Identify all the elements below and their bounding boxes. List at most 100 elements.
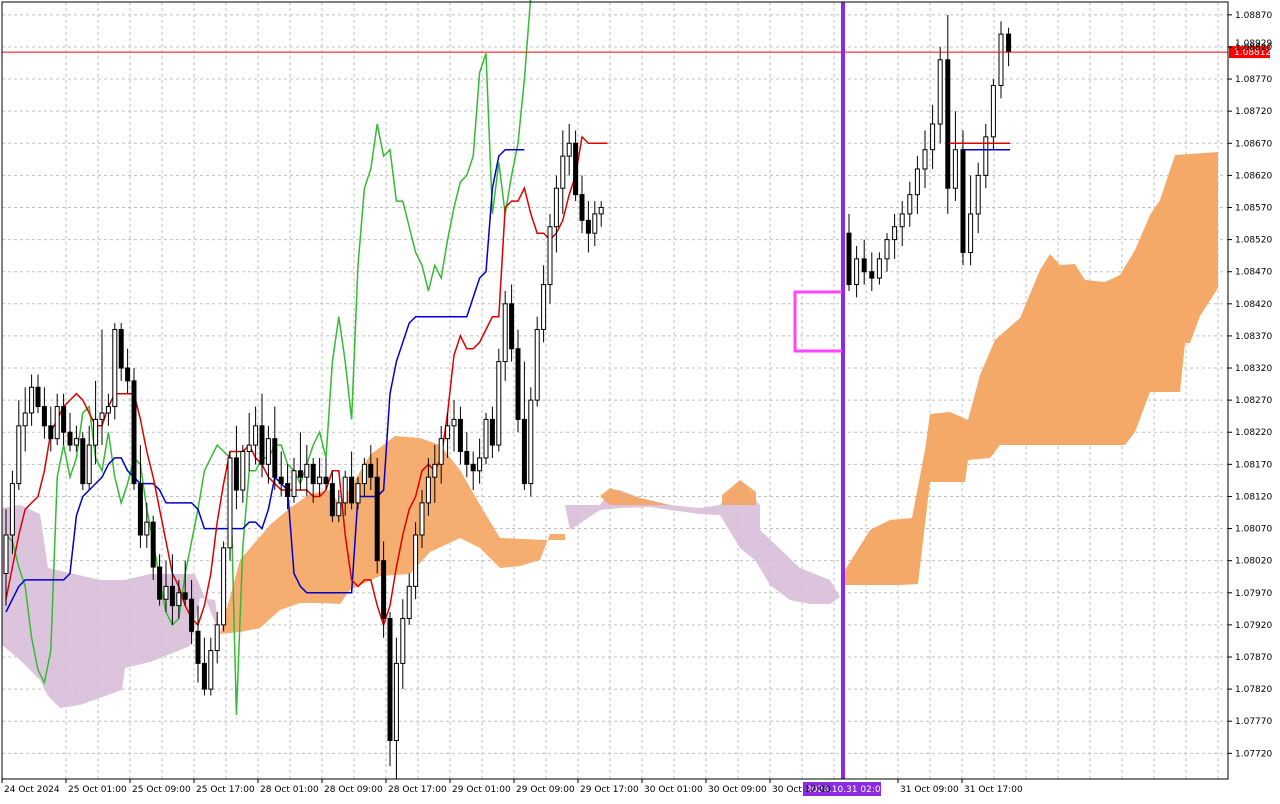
candle-after-body — [892, 226, 898, 241]
candle-body — [387, 617, 393, 741]
ichimoku-chart[interactable]: 1.088121.089292024.10.31 02:00 1.088701.… — [0, 0, 1280, 800]
candle-body — [342, 476, 348, 504]
candle-body — [329, 483, 335, 517]
y-tick-label: 1.08120 — [1235, 492, 1272, 502]
candle-body — [233, 457, 239, 491]
candle-after-body — [952, 149, 958, 189]
candle-body — [16, 425, 22, 485]
x-tick-label: 31 Oct 17:00 — [964, 785, 1023, 795]
candle-body — [112, 328, 118, 408]
y-tick-label: 1.08520 — [1235, 236, 1272, 246]
candle-body — [592, 213, 598, 234]
x-tick-label: 30 Oct 09:00 — [708, 785, 767, 795]
candle-body — [374, 476, 380, 562]
candle-body — [221, 547, 227, 626]
candle-body — [470, 463, 476, 472]
candle-body — [541, 284, 547, 330]
candle-body — [272, 438, 278, 478]
candle-body — [413, 534, 419, 587]
y-tick-label: 1.08570 — [1235, 203, 1272, 213]
candle-after-body — [869, 271, 875, 279]
y-tick-label: 1.07770 — [1235, 717, 1272, 727]
candle-body — [477, 457, 483, 472]
candle-body — [182, 592, 188, 600]
candle-body — [425, 476, 431, 504]
candle-body — [137, 483, 143, 536]
candle-after-body — [876, 258, 882, 279]
candle-body — [80, 438, 86, 485]
candle-body — [297, 470, 303, 478]
candle-after-body — [899, 213, 905, 228]
candle-body — [381, 560, 387, 619]
candle-body — [451, 418, 457, 427]
chart-container[interactable]: 1.08812 1.08929 2024.10.31 02:00 1.08870 1.… — [0, 0, 1280, 800]
candle-body — [285, 483, 291, 497]
y-tick-label: 1.08670 — [1235, 139, 1272, 149]
candle-body — [253, 425, 259, 446]
candle-body — [573, 142, 579, 196]
y-tick-label: 1.08320 — [1235, 364, 1272, 374]
candle-body — [163, 585, 169, 600]
y-tick-label: 1.08820 — [1235, 43, 1272, 53]
candle-body — [317, 476, 323, 485]
candle-body — [41, 406, 47, 427]
candle-body — [336, 502, 342, 517]
x-tick-label: 29 Oct 01:00 — [452, 785, 511, 795]
candle-body — [483, 418, 489, 459]
candle-body — [585, 219, 591, 234]
candle-body — [86, 444, 92, 485]
candle-body — [157, 566, 163, 600]
candle-after-body — [914, 168, 920, 196]
x-tick-label: 25 Oct 17:00 — [196, 785, 255, 795]
candle-body — [144, 521, 150, 536]
candle-body — [528, 399, 534, 485]
candle-body — [105, 406, 111, 414]
candle-body — [432, 463, 438, 478]
candle-body — [125, 367, 131, 382]
y-tick-label: 1.08220 — [1235, 428, 1272, 438]
candle-body — [457, 418, 463, 453]
candle-body — [553, 187, 559, 228]
candle-body — [246, 444, 252, 453]
candle-body — [304, 463, 310, 478]
candle-after-body — [884, 239, 890, 260]
candle-body — [176, 592, 182, 607]
y-tick-label: 1.08270 — [1235, 396, 1272, 406]
candle-body — [73, 438, 79, 446]
candle-body — [489, 418, 495, 446]
candle-body — [61, 406, 67, 433]
candle-after-body — [968, 213, 974, 253]
candle-body — [438, 438, 444, 465]
candle-body — [214, 624, 220, 652]
candle-body — [419, 502, 425, 536]
candle-body — [368, 463, 374, 478]
candle-body — [265, 438, 271, 465]
candle-after-body — [854, 258, 860, 286]
y-tick-label: 1.07920 — [1235, 621, 1272, 631]
candle-after-body — [998, 33, 1004, 86]
candle-body — [9, 483, 15, 536]
x-tick-label: 25 Oct 01:00 — [68, 785, 127, 795]
candle-body — [29, 386, 35, 414]
candle-body — [534, 328, 540, 401]
candle-body — [400, 617, 406, 664]
candle-body — [560, 155, 566, 189]
candle-body — [99, 412, 105, 420]
candle-body — [502, 303, 508, 363]
y-tick-label: 1.07970 — [1235, 589, 1272, 599]
candle-body — [509, 303, 515, 350]
candle-body — [227, 457, 233, 549]
candle-body — [278, 476, 284, 485]
candle-body — [393, 662, 399, 741]
x-tick-label: 29 Oct 09:00 — [516, 785, 575, 795]
y-tick-label: 1.08620 — [1235, 171, 1272, 181]
candle-body — [547, 226, 553, 286]
candle-body — [323, 476, 329, 485]
y-tick-label: 1.08770 — [1235, 75, 1272, 85]
candle-body — [150, 521, 156, 568]
candle-after-body — [1006, 33, 1012, 53]
candle-after-body — [861, 258, 867, 273]
candle-body — [3, 534, 9, 575]
candle-body — [598, 206, 604, 215]
candle-body — [521, 418, 527, 485]
